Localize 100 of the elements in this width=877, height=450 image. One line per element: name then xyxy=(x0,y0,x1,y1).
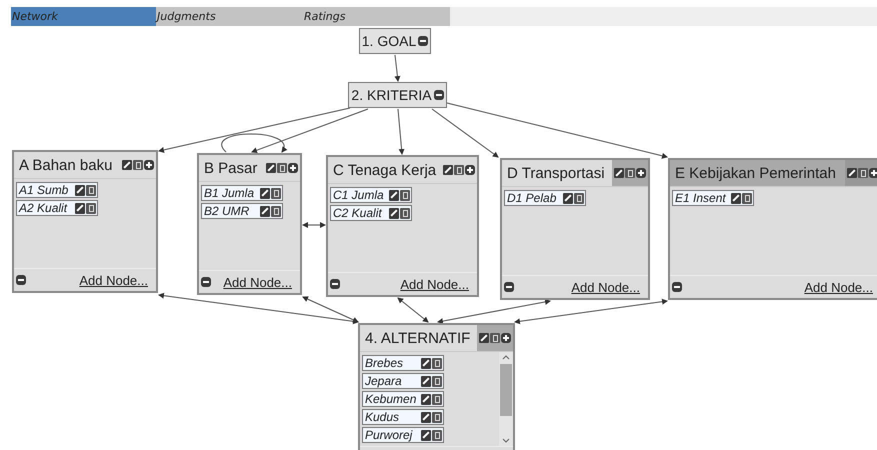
add-icon[interactable] xyxy=(144,160,154,170)
edit-icon[interactable] xyxy=(389,190,399,200)
edit-icon[interactable] xyxy=(266,163,276,173)
node-item[interactable]: A1 Sumb xyxy=(16,182,98,198)
add-icon[interactable] xyxy=(636,168,646,178)
collapse-icon[interactable] xyxy=(672,282,682,292)
edit-icon[interactable] xyxy=(260,188,270,198)
node-item[interactable]: C2 Kualit xyxy=(330,205,412,221)
node-item[interactable]: Jepara xyxy=(362,373,444,389)
edit-icon[interactable] xyxy=(260,206,270,216)
node-label: Kebumen xyxy=(364,392,418,406)
delete-icon[interactable] xyxy=(86,202,96,214)
cluster-node[interactable]: 1. GOAL xyxy=(359,28,431,54)
connector-arrow xyxy=(302,222,326,228)
tab[interactable]: Judgments xyxy=(156,7,303,26)
edit-icon[interactable] xyxy=(421,394,431,404)
cluster-title: B Pasar xyxy=(203,160,258,176)
edit-icon[interactable] xyxy=(563,192,573,204)
node-item[interactable]: B2 UMR xyxy=(201,203,283,219)
cluster-label: 1. GOAL xyxy=(362,33,416,49)
node-item[interactable]: E1 Insent xyxy=(672,190,754,206)
add-node-link[interactable]: Add Node... xyxy=(79,272,148,288)
collapse-icon[interactable] xyxy=(16,275,26,285)
cluster-label: 2. KRITERIA xyxy=(351,87,432,103)
tab[interactable]: Network xyxy=(11,7,156,26)
edit-icon[interactable] xyxy=(847,168,857,178)
connector-arrow xyxy=(398,108,405,155)
delete-icon[interactable] xyxy=(490,333,500,343)
connector-arrow xyxy=(394,54,400,82)
delete-icon[interactable] xyxy=(742,192,752,204)
node-item[interactable]: Purworej xyxy=(362,427,444,443)
edit-icon[interactable] xyxy=(421,376,431,386)
delete-icon[interactable] xyxy=(432,430,442,440)
delete-icon[interactable] xyxy=(400,208,410,218)
node-item[interactable]: D1 Pelab xyxy=(504,190,586,206)
collapse-icon[interactable] xyxy=(418,36,428,46)
delete-icon[interactable] xyxy=(432,358,442,368)
node-label: B1 Jumla xyxy=(203,186,256,200)
cluster-title: 4. ALTERNATIF xyxy=(364,330,470,346)
delete-icon[interactable] xyxy=(432,412,442,422)
delete-icon[interactable] xyxy=(625,168,635,178)
delete-icon[interactable] xyxy=(432,376,442,386)
edit-icon[interactable] xyxy=(122,160,132,170)
node-label: Jepara xyxy=(364,374,403,388)
cluster-title: C Tenaga Kerja xyxy=(332,162,436,178)
edit-icon[interactable] xyxy=(614,168,624,178)
collapse-icon[interactable] xyxy=(434,90,444,100)
node-item[interactable]: A2 Kualit xyxy=(16,200,98,216)
node-label: Brebes xyxy=(364,356,404,370)
add-icon[interactable] xyxy=(869,168,877,178)
edit-icon[interactable] xyxy=(75,184,85,196)
collapse-icon[interactable] xyxy=(504,282,514,292)
self-loop-arrow xyxy=(221,134,287,153)
edit-icon[interactable] xyxy=(421,430,431,440)
collapse-icon[interactable] xyxy=(330,279,340,289)
connector-arrow xyxy=(397,297,429,323)
edit-icon[interactable] xyxy=(421,412,431,422)
delete-icon[interactable] xyxy=(574,192,584,204)
node-label: A1 Sumb xyxy=(18,183,70,197)
add-node-link[interactable]: Add Node... xyxy=(804,280,873,294)
add-icon[interactable] xyxy=(465,165,475,175)
edit-icon[interactable] xyxy=(443,165,453,175)
node-label: E1 Insent xyxy=(674,191,727,205)
edit-icon[interactable] xyxy=(731,192,741,204)
node-item[interactable]: Kebumen xyxy=(362,391,444,407)
delete-icon[interactable] xyxy=(277,163,287,173)
delete-icon[interactable] xyxy=(133,160,143,170)
scrollbar[interactable] xyxy=(499,352,513,446)
node-label: Purworej xyxy=(364,428,414,442)
add-node-link[interactable]: Add Node... xyxy=(223,274,292,290)
node-item[interactable]: B1 Jumla xyxy=(201,185,283,201)
node-item[interactable]: C1 Jumla xyxy=(330,187,412,203)
cluster-title: D Transportasi xyxy=(506,164,605,182)
add-node-link[interactable]: Add Node... xyxy=(400,276,469,292)
edit-icon[interactable] xyxy=(479,333,489,343)
edit-icon[interactable] xyxy=(389,208,399,218)
edit-icon[interactable] xyxy=(421,358,431,368)
add-node-link[interactable]: Add Node... xyxy=(571,280,640,294)
delete-icon[interactable] xyxy=(271,206,281,216)
node-item[interactable]: Brebes xyxy=(362,355,444,371)
add-icon[interactable] xyxy=(288,163,298,173)
edit-icon[interactable] xyxy=(75,202,85,214)
node-label: D1 Pelab xyxy=(506,191,558,205)
delete-icon[interactable] xyxy=(432,394,442,404)
cluster-title: A Bahan baku xyxy=(18,156,112,174)
cluster-node[interactable]: 2. KRITERIA xyxy=(348,82,447,108)
tab[interactable]: Ratings xyxy=(303,7,450,26)
node-item[interactable]: Kudus xyxy=(362,409,444,425)
delete-icon[interactable] xyxy=(271,188,281,198)
node-label: C2 Kualit xyxy=(332,206,383,220)
node-label: A2 Kualit xyxy=(18,201,68,215)
delete-icon[interactable] xyxy=(454,165,464,175)
collapse-icon[interactable] xyxy=(201,277,211,287)
delete-icon[interactable] xyxy=(858,168,868,178)
delete-icon[interactable] xyxy=(400,190,410,200)
node-label: C1 Jumla xyxy=(332,188,385,202)
scroll-thumb[interactable] xyxy=(500,364,512,416)
delete-icon[interactable] xyxy=(86,184,96,196)
node-label: Kudus xyxy=(364,410,400,424)
add-icon[interactable] xyxy=(501,333,511,343)
